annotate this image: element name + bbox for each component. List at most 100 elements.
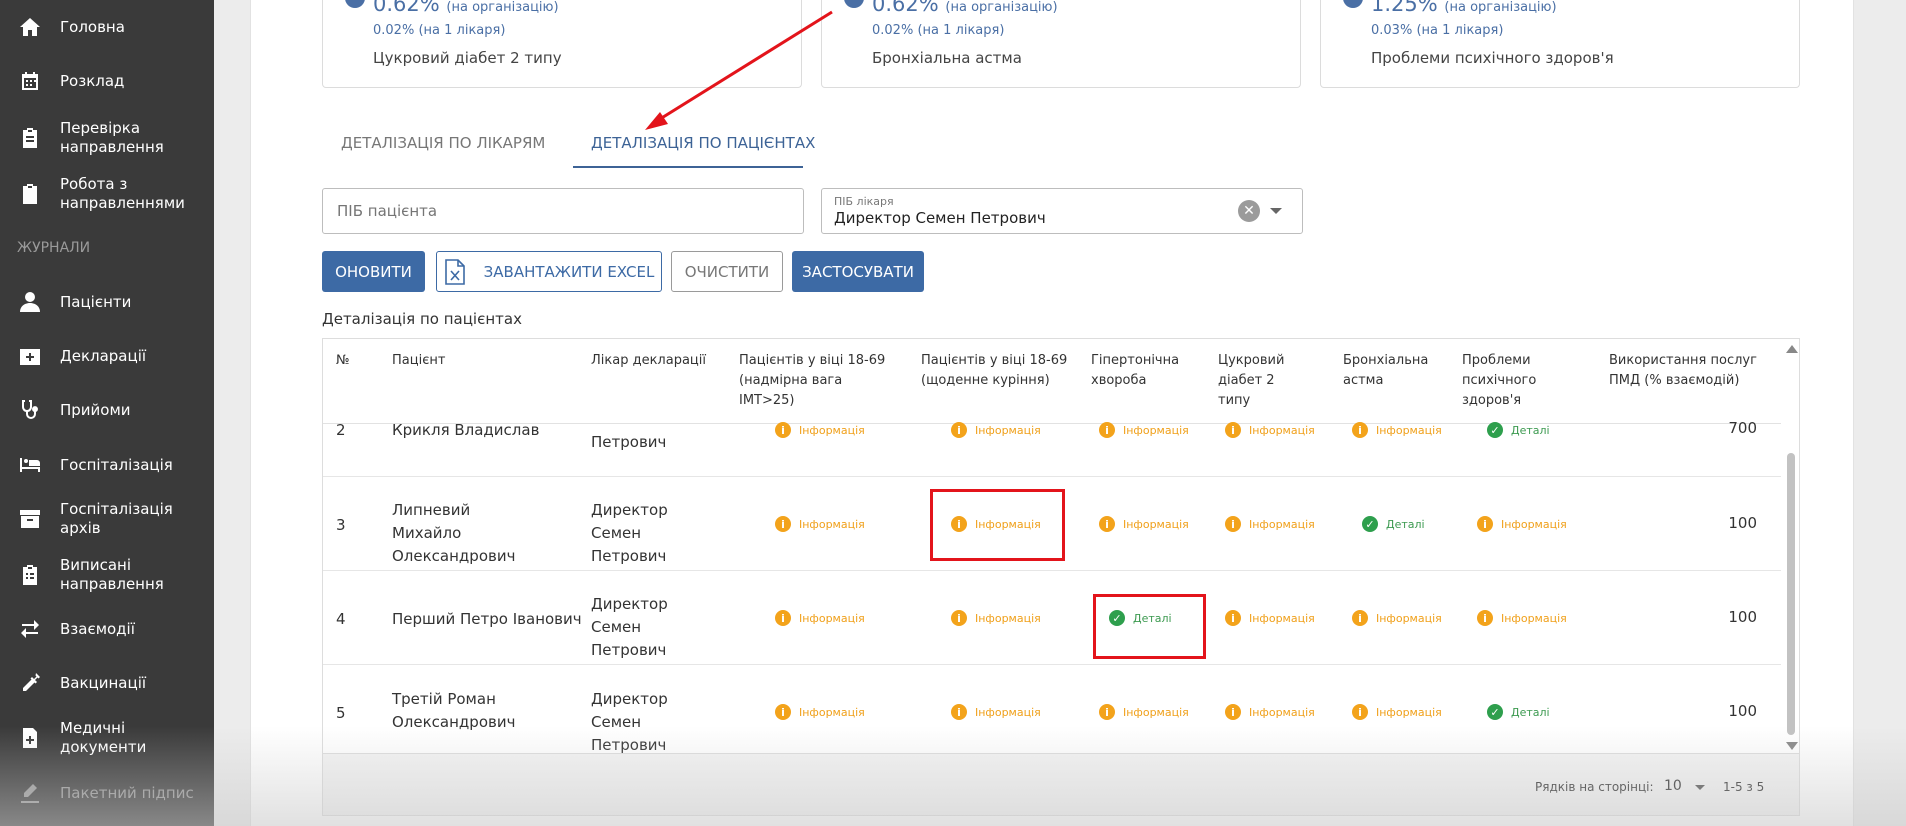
- column-header-doctor: Лікар декларації: [591, 353, 706, 368]
- column-header-no: №: [336, 353, 350, 368]
- status-label: Інформація: [1249, 611, 1315, 625]
- info-link[interactable]: i Інформація: [1477, 610, 1567, 626]
- scroll-down-arrow-icon[interactable]: [1786, 742, 1798, 750]
- patient-name-input[interactable]: [337, 202, 657, 220]
- status-label: Інформація: [1123, 705, 1189, 719]
- info-link[interactable]: i Інформація: [775, 422, 865, 438]
- card-value: 0.62% (на організацію): [872, 0, 1058, 16]
- info-link[interactable]: i Інформація: [951, 704, 1041, 720]
- card-value: 0.62% (на організацію): [373, 0, 559, 16]
- chevron-down-icon[interactable]: [1695, 785, 1705, 790]
- tab-patients-detail[interactable]: ДЕТАЛІЗАЦІЯ ПО ПАЦІЄНТАХ: [591, 134, 815, 152]
- info-link[interactable]: i Інформація: [775, 610, 865, 626]
- info-circle-icon: i: [1225, 704, 1241, 720]
- info-circle-icon: i: [1225, 610, 1241, 626]
- card-name: Бронхіальна астма: [872, 49, 1022, 67]
- sidebar-item-vaccinations[interactable]: Вакцинації: [0, 661, 214, 705]
- sidebar-item-interactions[interactable]: Взаємодії: [0, 607, 214, 651]
- info-circle-icon: i: [1225, 422, 1241, 438]
- sidebar: Головна Розклад Перевірка направлення Ро…: [0, 0, 214, 826]
- refresh-button[interactable]: ОНОВИТИ: [322, 251, 425, 292]
- status-label: Інформація: [1376, 611, 1442, 625]
- column-header-mental: Проблеми психічного здоров'я: [1462, 353, 1537, 408]
- sidebar-item-referral-check[interactable]: Перевірка направлення: [0, 114, 214, 162]
- row-patient[interactable]: Третій Роман Олександрович: [392, 688, 542, 734]
- sidebar-item-medical-documents[interactable]: Медичні документи: [0, 714, 214, 762]
- info-link[interactable]: i Інформація: [1099, 516, 1189, 532]
- row-patient[interactable]: Крикля Владислав: [392, 419, 539, 442]
- sidebar-item-label: Головна: [60, 17, 125, 36]
- status-label: Інформація: [1376, 423, 1442, 437]
- info-link[interactable]: i Інформація: [775, 704, 865, 720]
- row-doctor: Директор Семен Петрович: [591, 501, 668, 565]
- clear-button[interactable]: ОЧИСТИТИ: [671, 251, 783, 292]
- chevron-down-icon[interactable]: [1270, 208, 1282, 214]
- sidebar-item-batch-signature[interactable]: Пакетний підпис: [0, 771, 214, 815]
- sidebar-item-label: Виписані направлення: [60, 556, 164, 593]
- info-link[interactable]: i Інформація: [1225, 610, 1315, 626]
- status-label: Інформація: [975, 423, 1041, 437]
- info-link[interactable]: i Інформація: [1477, 516, 1567, 532]
- apply-button[interactable]: ЗАСТОСУВАТИ: [792, 251, 924, 292]
- card-sub-value: 0.02% (на 1 лікаря): [872, 23, 1005, 38]
- clipboard-list-icon: [17, 562, 43, 588]
- info-link[interactable]: i Інформація: [1225, 516, 1315, 532]
- sidebar-item-issued-referrals[interactable]: Виписані направлення: [0, 551, 214, 599]
- row-pmd-usage: 100: [1728, 702, 1757, 720]
- details-link[interactable]: ✓ Деталі: [1487, 704, 1550, 720]
- row-patient[interactable]: Перший Петро Іванович: [392, 608, 582, 631]
- excel-file-icon: [444, 258, 465, 285]
- details-link[interactable]: ✓ Деталі: [1362, 516, 1425, 532]
- info-link[interactable]: i Інформація: [1352, 422, 1442, 438]
- info-circle-icon: i: [1099, 516, 1115, 532]
- scroll-thumb[interactable]: [1787, 453, 1795, 735]
- sidebar-item-referral-work[interactable]: Робота з направленнями: [0, 170, 214, 218]
- table-scrollbar[interactable]: [1783, 339, 1799, 815]
- medical-kit-icon: [17, 343, 43, 369]
- info-link[interactable]: i Інформація: [1352, 704, 1442, 720]
- info-circle-icon: i: [775, 704, 791, 720]
- info-link[interactable]: i Інформація: [1225, 422, 1315, 438]
- info-link[interactable]: i Інформація: [1099, 704, 1189, 720]
- info-circle-icon: i: [1225, 516, 1241, 532]
- status-label: Деталі: [1386, 517, 1425, 531]
- highlight-box-smoking: [930, 489, 1065, 561]
- stethoscope-icon: [17, 397, 43, 423]
- status-label: Інформація: [1249, 517, 1315, 531]
- info-circle-icon: i: [1352, 704, 1368, 720]
- active-tab-indicator: [573, 166, 803, 168]
- sidebar-item-hospitalization[interactable]: Госпіталізація: [0, 443, 214, 487]
- info-link[interactable]: i Інформація: [775, 516, 865, 532]
- status-label: Інформація: [1376, 705, 1442, 719]
- doctor-select[interactable]: ПІБ лікаря Директор Семен Петрович ✕: [821, 188, 1303, 234]
- row-patient[interactable]: Липневий Михайло Олександрович: [392, 499, 542, 568]
- sidebar-item-home[interactable]: Головна: [0, 5, 214, 49]
- scroll-up-arrow-icon[interactable]: [1786, 345, 1798, 353]
- sidebar-item-declarations[interactable]: Декларації: [0, 334, 214, 378]
- column-header-hypertension: Гіпертонічна хвороба: [1091, 353, 1180, 388]
- sidebar-item-label: Пацієнти: [60, 292, 132, 311]
- sidebar-item-appointments[interactable]: Прийоми: [0, 388, 214, 432]
- row-number: 2: [336, 421, 346, 439]
- info-link[interactable]: i Інформація: [1352, 610, 1442, 626]
- info-link[interactable]: i Інформація: [951, 422, 1041, 438]
- download-excel-button[interactable]: ЗАВАНТАЖИТИ EXCEL: [436, 251, 662, 292]
- status-label: Інформація: [1249, 705, 1315, 719]
- doctor-select-label: ПІБ лікаря: [834, 195, 894, 208]
- sidebar-item-label: Декларації: [60, 346, 147, 365]
- rows-per-page-select[interactable]: 10: [1664, 778, 1682, 794]
- details-link[interactable]: ✓ Деталі: [1487, 422, 1550, 438]
- clear-icon[interactable]: ✕: [1238, 200, 1260, 222]
- calendar-icon: [17, 68, 43, 94]
- sidebar-item-hospitalization-archive[interactable]: Госпіталізація архів: [0, 497, 214, 541]
- info-circle-icon: i: [775, 610, 791, 626]
- patient-name-field[interactable]: [322, 188, 804, 234]
- status-label: Інформація: [799, 705, 865, 719]
- info-link[interactable]: i Інформація: [1099, 422, 1189, 438]
- info-link[interactable]: i Інформація: [1225, 704, 1315, 720]
- sidebar-item-patients[interactable]: Пацієнти: [0, 280, 214, 324]
- sidebar-item-schedule[interactable]: Розклад: [0, 59, 214, 103]
- info-link[interactable]: i Інформація: [951, 610, 1041, 626]
- tab-doctors-detail[interactable]: ДЕТАЛІЗАЦІЯ ПО ЛІКАРЯМ: [341, 134, 545, 152]
- highlight-box-hypertension: [1093, 594, 1206, 659]
